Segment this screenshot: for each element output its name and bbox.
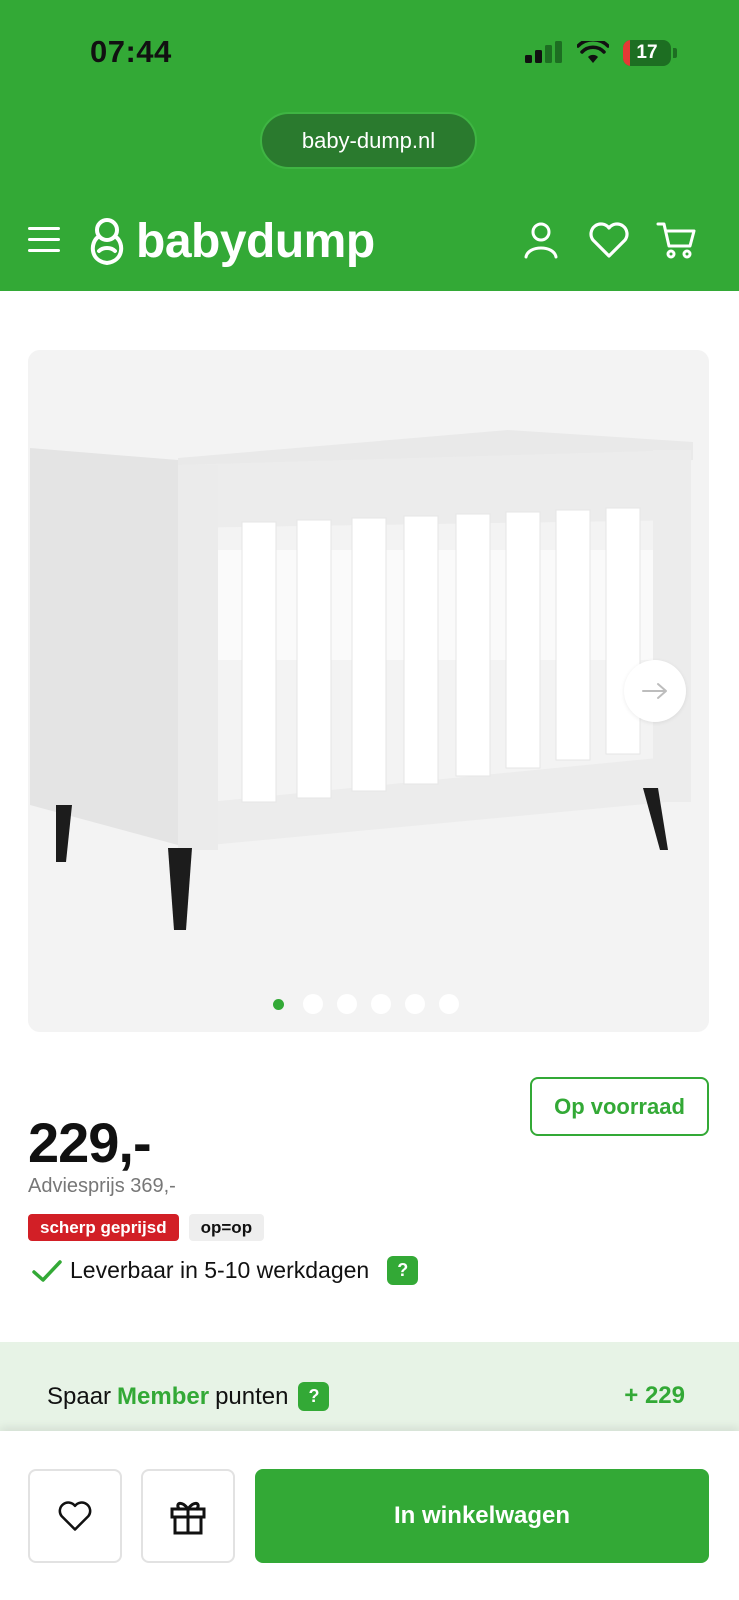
arrow-right-icon — [642, 683, 667, 699]
delivery-help-button[interactable]: ? — [387, 1256, 419, 1285]
advice-price: Adviesprijs 369,- — [28, 1175, 176, 1197]
battery-level: 17 — [636, 42, 658, 63]
product-price: 229,- — [28, 1111, 152, 1174]
member-brand: Member — [117, 1382, 210, 1410]
pagination-dot[interactable] — [336, 994, 357, 1014]
status-time: 07:44 — [90, 34, 172, 69]
pagination-dot-active[interactable] — [273, 998, 284, 1010]
battery-tip — [673, 48, 677, 58]
tag-while-stocks-last: op=op — [188, 1214, 265, 1241]
heart-icon — [58, 1501, 92, 1531]
logo[interactable]: babydump — [88, 214, 375, 269]
gift-icon — [170, 1501, 206, 1535]
cart-icon[interactable] — [655, 218, 699, 262]
stock-status-badge: Op voorraad — [530, 1077, 709, 1136]
add-to-cart-button[interactable]: In winkelwagen — [255, 1469, 709, 1563]
cellular-signal-icon — [525, 41, 562, 63]
gift-button[interactable] — [141, 1469, 235, 1563]
pagination-dot[interactable] — [438, 994, 459, 1014]
product-image-gallery[interactable] — [28, 350, 709, 1032]
bottom-action-bar: In winkelwagen — [0, 1431, 739, 1600]
checkmark-icon — [32, 1259, 62, 1282]
member-help-button[interactable]: ? — [298, 1382, 330, 1411]
status-icons: 17 — [525, 40, 677, 66]
pagination-dot[interactable] — [404, 994, 425, 1014]
delivery-text: Leverbaar in 5-10 werkdagen — [70, 1257, 370, 1283]
wishlist-icon[interactable] — [587, 218, 631, 262]
next-image-button[interactable] — [624, 660, 686, 722]
gallery-pagination — [28, 994, 709, 1014]
logo-text: babydump — [136, 215, 375, 268]
add-to-wishlist-button[interactable] — [28, 1469, 122, 1563]
account-icon[interactable] — [519, 218, 563, 262]
member-prefix: Spaar — [47, 1382, 112, 1410]
babydump-logo-icon — [90, 217, 124, 265]
menu-icon[interactable] — [28, 227, 60, 257]
delivery-info: Leverbaar in 5-10 werkdagen ? — [32, 1256, 419, 1285]
header-bar: 07:44 17 baby-dump.nl babydump — [0, 0, 739, 291]
url-bar[interactable]: baby-dump.nl — [260, 112, 477, 169]
tag-sharp-priced: scherp geprijsd — [28, 1214, 179, 1241]
pagination-dot[interactable] — [302, 994, 323, 1014]
pagination-dot[interactable] — [370, 994, 391, 1014]
product-image-crib — [28, 350, 709, 1032]
member-suffix: punten — [215, 1382, 289, 1410]
wifi-icon — [577, 41, 609, 63]
member-points-value: + 229 — [624, 1382, 685, 1409]
product-tags: scherp geprijsd op=op — [28, 1214, 265, 1241]
member-points-label: Spaar Member punten ? — [47, 1382, 330, 1411]
battery-icon: 17 — [623, 40, 671, 66]
